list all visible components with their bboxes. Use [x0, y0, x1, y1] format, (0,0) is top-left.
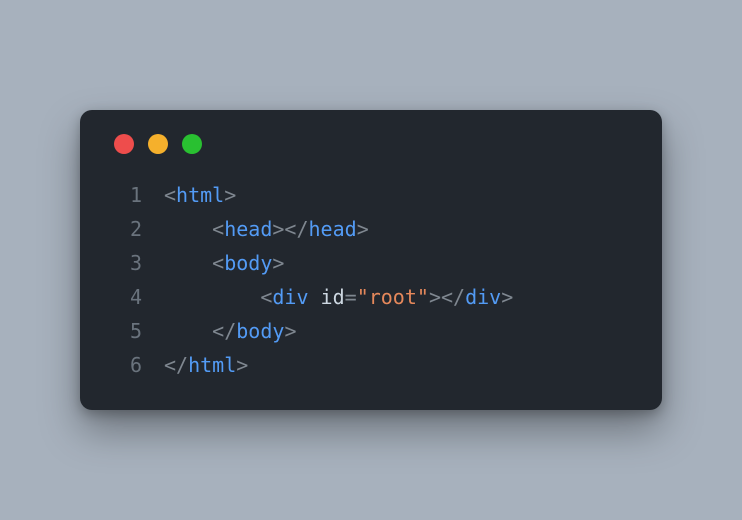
line-number: 5 [108, 314, 142, 348]
token-pn [309, 285, 321, 309]
token-pn: </ [164, 353, 188, 377]
token-tg: head [224, 217, 272, 241]
line-number: 3 [108, 246, 142, 280]
token-tg: html [188, 353, 236, 377]
code-line: 4 <div id="root"></div> [108, 280, 634, 314]
token-tg: html [176, 183, 224, 207]
line-number: 2 [108, 212, 142, 246]
code-content: </body> [164, 314, 296, 348]
token-pn: < [260, 285, 272, 309]
code-block: 1<html>2 <head></head>3 <body>4 <div id=… [108, 178, 634, 382]
line-number: 1 [108, 178, 142, 212]
token-pn: > [357, 217, 369, 241]
zoom-icon[interactable] [182, 134, 202, 154]
minimize-icon[interactable] [148, 134, 168, 154]
close-icon[interactable] [114, 134, 134, 154]
token-pn: > [284, 319, 296, 343]
token-tg: div [272, 285, 308, 309]
token-tg: head [309, 217, 357, 241]
token-pn: < [212, 217, 224, 241]
token-tg: div [465, 285, 501, 309]
code-line: 2 <head></head> [108, 212, 634, 246]
code-content: <div id="root"></div> [164, 280, 513, 314]
token-pn: </ [212, 319, 236, 343]
code-content: <html> [164, 178, 236, 212]
code-content: </html> [164, 348, 248, 382]
code-line: 1 <html> [108, 178, 634, 212]
token-pn: ></ [272, 217, 308, 241]
token-pn: ></ [429, 285, 465, 309]
token-pn: > [236, 353, 248, 377]
token-pn: > [224, 183, 236, 207]
code-line: 3 <body> [108, 246, 634, 280]
line-number: 4 [108, 280, 142, 314]
token-pn: > [272, 251, 284, 275]
token-pn: < [164, 183, 176, 207]
code-line: 6 </html> [108, 348, 634, 382]
code-content: <head></head> [164, 212, 369, 246]
token-pn: < [212, 251, 224, 275]
code-content: <body> [164, 246, 284, 280]
editor-window: 1<html>2 <head></head>3 <body>4 <div id=… [80, 110, 662, 410]
token-eq: = [345, 285, 357, 309]
token-at: id [321, 285, 345, 309]
token-tg: body [224, 251, 272, 275]
token-st: "root" [357, 285, 429, 309]
code-line: 5 </body> [108, 314, 634, 348]
line-number: 6 [108, 348, 142, 382]
token-tg: body [236, 319, 284, 343]
window-titlebar [114, 134, 634, 154]
token-pn: > [501, 285, 513, 309]
